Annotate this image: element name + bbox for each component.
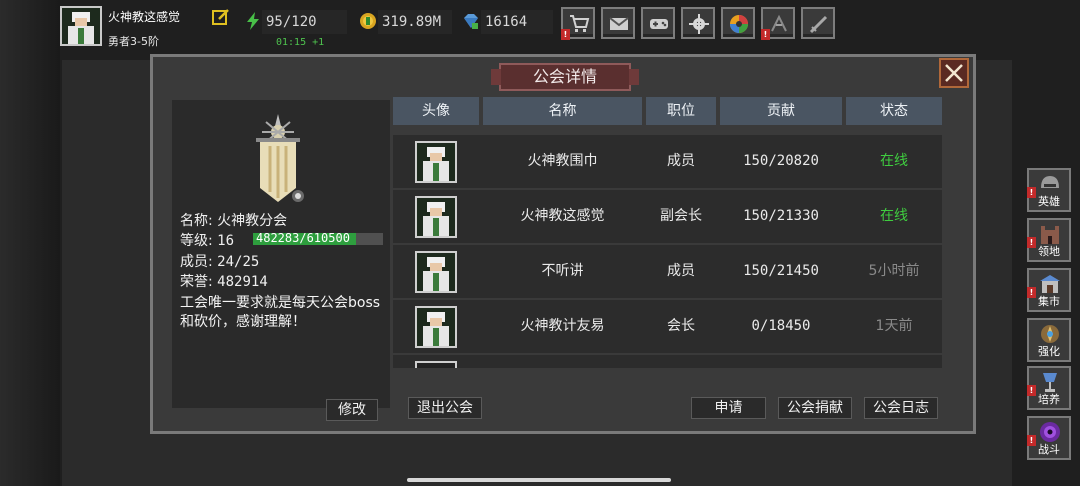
dark-event-button[interactable]: ! [761,7,795,40]
guild-level-label: 等级: [180,233,213,249]
sidebar-item-train[interactable]: ! 培养 [1027,366,1071,410]
sidebar-item-hero[interactable]: ! 英雄 [1027,168,1071,212]
energy-icon [247,12,259,30]
dialog-title: 公会详情 [491,63,639,91]
edit-icon[interactable] [212,8,230,26]
sidebar-label: 英雄 [1038,195,1060,208]
member-contribution: 150/20820 [743,153,819,169]
sidebar-label: 战斗 [1038,443,1060,456]
leave-guild-button[interactable]: 退出公会 [408,397,482,419]
member-avatar [415,196,457,238]
left-edge-strip [0,0,60,486]
battle-button[interactable] [801,7,835,39]
sword-icon [809,15,828,34]
dark-icon [771,14,787,32]
header-avatar: 头像 [393,97,479,125]
sidebar-label: 领地 [1038,245,1060,258]
member-avatar [415,306,457,348]
header-name: 名称 [483,97,642,125]
close-button[interactable] [939,58,969,88]
apply-button[interactable]: 申请 [691,397,766,419]
member-role: 成员 [667,263,695,279]
member-contribution: 150/21450 [743,263,819,279]
member-avatar [415,251,457,293]
guild-members-label: 成员: [180,254,213,270]
guild-name-label: 名称: [180,213,213,229]
aperture-icon [730,15,748,33]
member-status: 在线 [880,153,908,169]
cart-icon [570,15,590,32]
guild-honor: 482914 [217,274,268,290]
member-avatar [415,361,457,368]
member-name: 火神教这感觉 [520,208,605,224]
guild-honor-label: 荣誉: [180,274,213,290]
guild-name-row: 名称: 火神教分会 [180,210,287,230]
header-role: 职位 [646,97,716,125]
guild-exp-bar: 482283/610500 [253,231,383,245]
member-status: 1天前 [875,318,913,334]
member-role: 成员 [667,153,695,169]
gold-value: 319.89M [378,10,452,34]
sidebar-item-market[interactable]: ! 集市 [1027,268,1071,312]
donate-button[interactable]: 公会捐献 [778,397,852,419]
hero-rank: 勇者3-5阶 [108,35,159,48]
sidebar-label: 强化 [1038,345,1060,358]
member-name: 火神教围巾 [527,153,598,169]
header-status: 状态 [846,97,942,125]
member-contribution: 0/18450 [751,318,811,334]
guild-motto: 工会唯一要求就是每天公会boss和砍价，感谢理解！ [180,295,381,330]
energy-value: 95/120 [262,10,347,34]
member-name: 不听讲 [541,263,584,279]
guild-exp-text: 482283/610500 [256,231,350,245]
member-role: 副会长 [660,208,702,224]
energy-timer: 01:15 +1 [276,37,325,48]
gem-value: 16164 [481,10,553,34]
table-row[interactable]: 火神教计友易 会长 0/18450 1天前 [393,300,942,353]
sidebar-item-battle[interactable]: ! 战斗 [1027,416,1071,460]
member-status: 5小时前 [868,263,920,279]
home-indicator[interactable] [407,478,671,482]
guild-members: 24/25 [217,254,260,270]
sidebar-item-enhance[interactable]: 强化 [1027,318,1071,362]
aperture-button[interactable] [721,7,755,39]
header-contribution: 贡献 [720,97,842,125]
sidebar-label: 集市 [1038,295,1060,308]
player-avatar[interactable] [60,6,102,46]
mail-icon [609,17,629,30]
sidebar-item-territory[interactable]: ! 领地 [1027,218,1071,262]
guild-level: 16 [217,233,235,249]
warning-badge: ! [561,29,570,40]
gem-icon [464,14,478,29]
table-row[interactable]: 火神教围巾 成员 150/20820 在线 [393,135,942,188]
guild-honor-row: 荣誉: 482914 [180,271,268,291]
modify-button[interactable]: 修改 [326,399,378,421]
guild-members-row: 成员: 24/25 [180,251,259,271]
mail-button[interactable] [601,7,635,39]
member-name: 火神教计友易 [520,318,605,334]
member-contribution: 150/21330 [743,208,819,224]
table-row[interactable]: 不听讲 成员 150/21450 5小时前 [393,245,942,298]
gear-icon [689,14,709,34]
shop-button[interactable]: ! [561,7,595,40]
game-screen: 火神教这感觉 勇者3-5阶 95/120 01:15 +1 319.89M 16… [0,0,1080,486]
member-list[interactable]: 火神教围巾 成员 150/20820 在线 火神教这感觉 副会长 150/213… [393,133,942,368]
table-row[interactable]: 火神教这感觉 副会长 150/21330 在线 [393,190,942,243]
hero-name: 火神教这感觉 [108,10,181,24]
games-button[interactable] [641,7,675,39]
sidebar-label: 培养 [1038,393,1060,406]
close-icon [945,64,963,82]
member-role: 会长 [667,318,695,334]
guild-name: 火神教分会 [217,213,288,229]
warning-badge: ! [761,29,770,40]
table-row-partial[interactable] [393,355,942,368]
gold-icon [360,13,376,29]
guild-level-row: 等级: 16 [180,230,234,250]
guild-log-button[interactable]: 公会日志 [864,397,938,419]
settings-button[interactable] [681,7,715,39]
guild-emblem-icon [256,114,304,202]
member-avatar [415,141,457,183]
member-status: 在线 [880,208,908,224]
gamepad-icon [650,19,668,29]
